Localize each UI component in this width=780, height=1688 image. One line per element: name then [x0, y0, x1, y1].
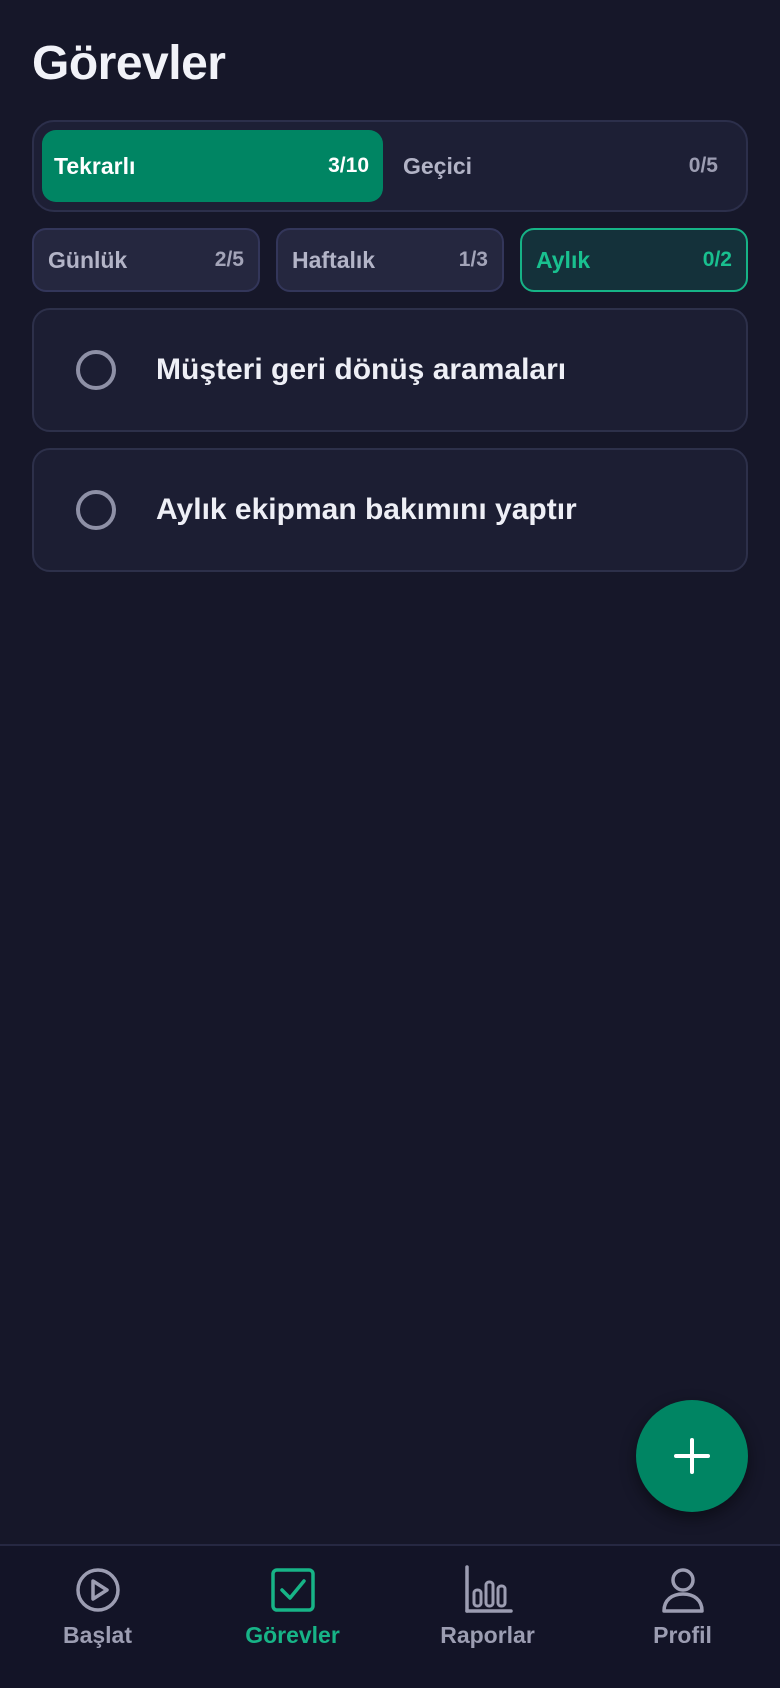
- nav-item-profile[interactable]: Profil: [585, 1546, 780, 1688]
- task-checkbox[interactable]: [76, 350, 116, 390]
- segment-recurring-count: 3/10: [328, 154, 369, 177]
- page-title: Görevler: [32, 37, 226, 90]
- task-card[interactable]: Müşteri geri dönüş aramaları: [32, 308, 748, 432]
- period-chip-count: 2/5: [214, 248, 244, 271]
- play-circle-icon: [75, 1568, 120, 1612]
- segment-temporary-label: Geçici: [403, 152, 473, 179]
- plus-icon: [674, 1438, 710, 1474]
- nav-label: Görevler: [245, 1622, 340, 1648]
- task-checkbox[interactable]: [76, 490, 116, 530]
- period-chip-label: Günlük: [48, 246, 128, 273]
- period-chip-daily[interactable]: Günlük 2/5: [32, 228, 260, 292]
- period-chip-monthly[interactable]: Aylık 0/2: [520, 228, 748, 292]
- period-chip-label: Aylık: [536, 246, 591, 273]
- tasks-screen: Görevler Tekrarlı 3/10 Geçici 0/5 Günlük…: [0, 0, 780, 1688]
- user-icon: [661, 1568, 704, 1613]
- bottom-navigation: Başlat Görevler Raporlar Profil: [0, 1544, 780, 1688]
- nav-label: Başlat: [62, 1622, 133, 1648]
- nav-item-tasks[interactable]: Görevler: [195, 1546, 390, 1688]
- checkbox-icon: [270, 1568, 315, 1612]
- period-chip-count: 1/3: [458, 248, 488, 271]
- segment-recurring-label: Tekrarlı: [54, 152, 136, 179]
- segment-temporary-count: 0/5: [688, 154, 718, 177]
- nav-label: Raporlar: [440, 1622, 535, 1648]
- segment-temporary[interactable]: Geçici 0/5: [383, 130, 738, 202]
- nav-item-reports[interactable]: Raporlar: [390, 1546, 585, 1688]
- task-type-segmented-control: Tekrarlı 3/10 Geçici 0/5: [32, 120, 748, 212]
- nav-item-start[interactable]: Başlat: [0, 1546, 195, 1688]
- bar-chart-icon: [464, 1565, 513, 1613]
- task-title: Aylık ekipman bakımını yaptır: [156, 493, 577, 526]
- period-chip-weekly[interactable]: Haftalık 1/3: [276, 228, 504, 292]
- period-filter: Günlük 2/5 Haftalık 1/3 Aylık 0/2: [32, 228, 748, 292]
- add-task-button[interactable]: [636, 1400, 748, 1512]
- period-chip-count: 0/2: [702, 248, 732, 271]
- task-title: Müşteri geri dönüş aramaları: [156, 353, 567, 386]
- nav-label: Profil: [653, 1622, 712, 1648]
- task-list: Müşteri geri dönüş aramaları Aylık ekipm…: [32, 308, 748, 588]
- segment-recurring[interactable]: Tekrarlı 3/10: [42, 130, 383, 202]
- task-card[interactable]: Aylık ekipman bakımını yaptır: [32, 448, 748, 572]
- period-chip-label: Haftalık: [292, 246, 376, 273]
